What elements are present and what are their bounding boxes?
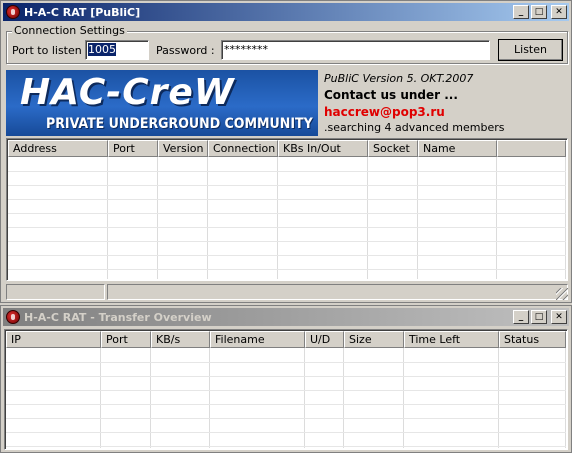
transfer-maximize-button[interactable]: □ <box>531 310 547 324</box>
column-port[interactable]: Port <box>108 140 158 157</box>
transfer-list[interactable]: IP Port KB/s Filename U/D Size Time Left… <box>4 329 568 450</box>
column-socket[interactable]: Socket <box>368 140 418 157</box>
banner-logo-text: HAC-CreW <box>20 72 235 113</box>
column-time-left[interactable]: Time Left <box>404 331 499 348</box>
banner-info: PuBliC Version 5. OKT.2007 Contact us un… <box>324 70 568 136</box>
column-transfer-port[interactable]: Port <box>101 331 151 348</box>
grid-row-line <box>8 171 566 172</box>
grid-column-line <box>157 157 158 279</box>
maximize-button[interactable]: □ <box>531 5 547 19</box>
main-window-title: H-A-C RAT [PuBliC] <box>24 5 141 19</box>
grid-row-line <box>6 432 566 433</box>
status-bar <box>6 284 568 300</box>
contact-text: Contact us under ... <box>324 88 458 102</box>
grid-row-line <box>8 213 566 214</box>
column-size[interactable]: Size <box>344 331 404 348</box>
grid-row-line <box>6 362 566 363</box>
grid-column-line <box>496 157 497 279</box>
search-text: .searching 4 advanced members <box>324 121 505 134</box>
grid-column-line <box>100 348 101 448</box>
clients-list-grid <box>8 157 566 279</box>
grid-row-line <box>6 446 566 447</box>
transfer-close-button[interactable]: ✕ <box>551 310 567 324</box>
column-filename[interactable]: Filename <box>210 331 305 348</box>
grid-row-line <box>8 269 566 270</box>
column-status[interactable]: Status <box>499 331 566 348</box>
close-button[interactable]: ✕ <box>551 5 567 19</box>
column-name[interactable]: Name <box>418 140 497 157</box>
status-panel-right <box>107 284 568 300</box>
transfer-minimize-button[interactable]: _ <box>513 310 529 324</box>
transfer-app-icon[interactable] <box>6 310 20 324</box>
email-text: haccrew@pop3.ru <box>324 105 445 119</box>
column-ip[interactable]: IP <box>6 331 101 348</box>
port-input[interactable]: 1005 <box>85 40 149 60</box>
grid-column-line <box>150 348 151 448</box>
grid-row-line <box>8 199 566 200</box>
grid-column-line <box>565 157 566 279</box>
grid-column-line <box>565 348 566 448</box>
banner-logo: HAC-CreW PRIVATE UNDERGROUND COMMUNITY <box>6 70 318 136</box>
grid-column-line <box>403 348 404 448</box>
transfer-list-header: IP Port KB/s Filename U/D Size Time Left… <box>6 331 566 348</box>
grid-row-line <box>8 185 566 186</box>
column-address[interactable]: Address <box>8 140 108 157</box>
grid-column-line <box>367 157 368 279</box>
banner-tagline: PRIVATE UNDERGROUND COMMUNITY <box>46 116 313 132</box>
password-value: ******** <box>224 43 268 56</box>
version-text: PuBliC Version 5. OKT.2007 <box>324 72 474 85</box>
connection-settings-label: Connection Settings <box>12 24 127 37</box>
grid-column-line <box>417 157 418 279</box>
grid-row-line <box>8 255 566 256</box>
grid-row-line <box>8 227 566 228</box>
grid-row-line <box>6 418 566 419</box>
column-kbs-in-out[interactable]: KBs In/Out <box>278 140 368 157</box>
grid-column-line <box>277 157 278 279</box>
password-input[interactable]: ******** <box>221 40 490 60</box>
status-panel-left <box>6 284 105 300</box>
transfer-window-title: H-A-C RAT - Transfer Overview <box>24 310 212 324</box>
column-connection[interactable]: Connection <box>208 140 278 157</box>
grid-column-line <box>343 348 344 448</box>
port-label: Port to listen : <box>12 44 89 57</box>
grid-column-line <box>207 157 208 279</box>
port-value: 1005 <box>88 43 116 56</box>
app-icon[interactable] <box>6 5 20 19</box>
grid-column-line <box>107 157 108 279</box>
clients-list-header: Address Port Version Connection KBs In/O… <box>8 140 566 157</box>
grid-row-line <box>6 390 566 391</box>
size-grip[interactable] <box>556 288 568 300</box>
main-titlebar[interactable]: H-A-C RAT [PuBliC] _ □ ✕ <box>3 3 569 21</box>
listen-button[interactable]: Listen <box>498 39 563 61</box>
column-kbs[interactable]: KB/s <box>151 331 210 348</box>
main-window: H-A-C RAT [PuBliC] _ □ ✕ Connection Sett… <box>0 0 572 303</box>
transfer-titlebar[interactable]: H-A-C RAT - Transfer Overview _ □ ✕ <box>3 308 569 326</box>
transfer-window: H-A-C RAT - Transfer Overview _ □ ✕ IP P… <box>0 305 572 453</box>
column-version[interactable]: Version <box>158 140 208 157</box>
grid-column-line <box>209 348 210 448</box>
grid-column-line <box>304 348 305 448</box>
password-label: Password : <box>156 44 215 57</box>
column-extra[interactable] <box>497 140 566 157</box>
transfer-list-grid <box>6 348 566 448</box>
grid-column-line <box>498 348 499 448</box>
grid-row-line <box>6 404 566 405</box>
clients-list[interactable]: Address Port Version Connection KBs In/O… <box>6 138 568 281</box>
grid-row-line <box>8 241 566 242</box>
minimize-button[interactable]: _ <box>513 5 529 19</box>
grid-row-line <box>6 376 566 377</box>
column-ud[interactable]: U/D <box>305 331 344 348</box>
